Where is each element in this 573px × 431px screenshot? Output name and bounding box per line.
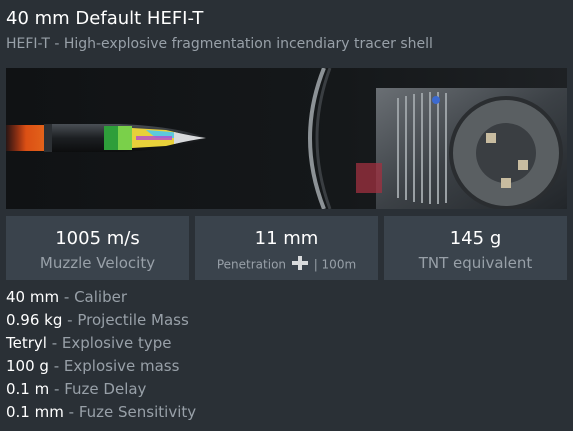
property-value: Tetryl: [6, 334, 47, 352]
property-label: Projectile Mass: [77, 311, 189, 329]
property-separator: -: [63, 288, 70, 306]
property-label: Caliber: [74, 288, 127, 306]
property-value: 0.1 mm: [6, 403, 64, 421]
property-label: Explosive mass: [63, 357, 180, 375]
penetration-icon: [291, 256, 308, 273]
penetration-label: Penetration: [216, 257, 287, 272]
penetration-value: 11 mm: [254, 228, 319, 249]
property-explosive-mass: 100 g - Explosive mass: [6, 356, 196, 379]
property-label: Fuze Delay: [64, 380, 147, 398]
properties-list: 40 mm - Caliber 0.96 kg - Projectile Mas…: [6, 287, 196, 425]
tnt-equivalent-label: TNT equivalent: [418, 254, 533, 272]
property-value: 0.96 kg: [6, 311, 63, 329]
property-explosive-type: Tetryl - Explosive type: [6, 333, 196, 356]
stats-row: 1005 m/s Muzzle Velocity 11 mm Penetrati…: [6, 216, 567, 280]
penetration-label-row: Penetration | 100m: [195, 256, 378, 273]
property-value: 0.1 m: [6, 380, 50, 398]
shell-subtitle: HEFI-T - High-explosive fragmentation in…: [6, 36, 433, 52]
property-separator: -: [51, 334, 58, 352]
property-caliber: 40 mm - Caliber: [6, 287, 196, 310]
property-fuze-sensitivity: 0.1 mm - Fuze Sensitivity: [6, 402, 196, 425]
property-separator: -: [67, 311, 73, 329]
property-label: Fuze Sensitivity: [78, 403, 197, 421]
property-separator: -: [68, 403, 75, 421]
property-value: 100 g: [6, 357, 49, 375]
muzzle-velocity-label: Muzzle Velocity: [39, 254, 156, 272]
tnt-equivalent-value: 145 g: [449, 228, 502, 249]
muzzle-velocity-stat: 1005 m/s Muzzle Velocity: [6, 216, 189, 280]
property-value: 40 mm: [6, 288, 60, 306]
shell-preview-image: [6, 68, 567, 209]
shell-info-card: 40 mm Default HEFI-T HEFI-T - High-explo…: [0, 0, 573, 431]
property-separator: -: [53, 357, 60, 375]
property-fuze-delay: 0.1 m - Fuze Delay: [6, 379, 196, 402]
muzzle-velocity-value: 1005 m/s: [55, 228, 140, 249]
property-separator: -: [54, 380, 60, 398]
property-projectile-mass: 0.96 kg - Projectile Mass: [6, 310, 196, 333]
penetration-distance: | 100m: [313, 257, 357, 272]
tnt-equivalent-stat: 145 g TNT equivalent: [384, 216, 567, 280]
shell-title: 40 mm Default HEFI-T: [6, 8, 204, 29]
property-label: Explosive type: [61, 334, 172, 352]
penetration-stat: 11 mm Penetration | 100m: [195, 216, 378, 280]
